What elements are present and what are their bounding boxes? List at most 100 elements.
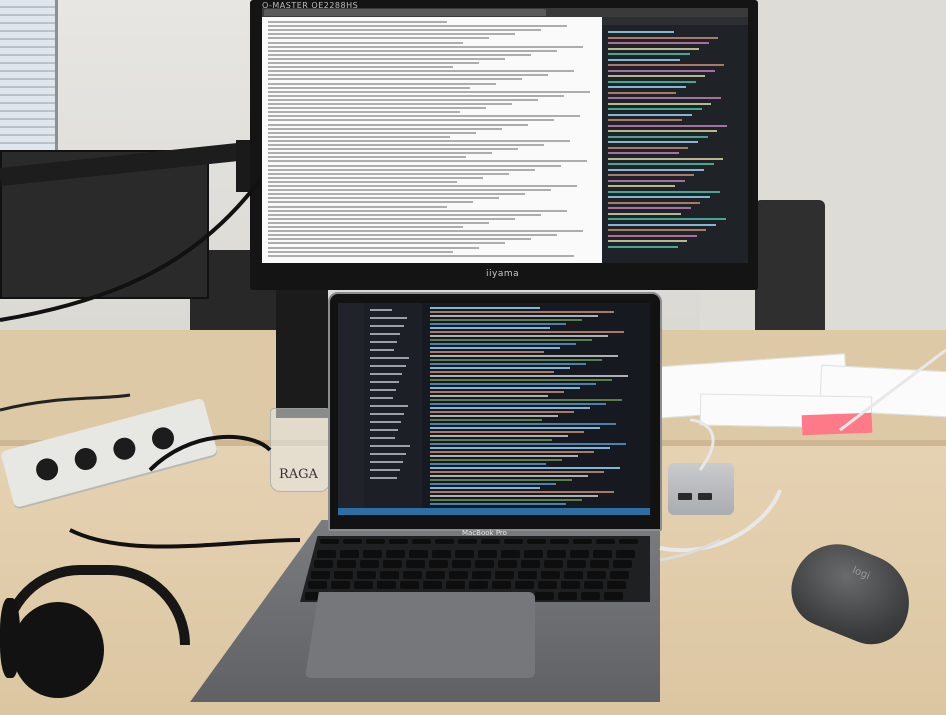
keyboard-key[interactable] <box>337 560 356 568</box>
keyboard-key[interactable] <box>498 560 517 568</box>
browser-tab[interactable] <box>460 9 490 16</box>
keyboard-key[interactable] <box>412 539 431 544</box>
keyboard-key[interactable] <box>619 539 638 544</box>
screen-text-line <box>268 25 567 28</box>
power-plug <box>33 455 61 483</box>
keyboard-key[interactable] <box>613 560 632 568</box>
keyboard-key[interactable] <box>432 549 451 558</box>
keyboard-key[interactable] <box>593 549 612 558</box>
keyboard-key[interactable] <box>409 549 428 558</box>
browser-tab[interactable] <box>488 9 518 16</box>
keyboard-key[interactable] <box>535 591 554 600</box>
keyboard-key[interactable] <box>558 591 577 600</box>
keyboard-key[interactable] <box>544 560 563 568</box>
keyboard-key[interactable] <box>380 570 399 579</box>
keyboard-key[interactable] <box>515 581 534 589</box>
keyboard-key[interactable] <box>357 570 376 579</box>
keyboard-key[interactable] <box>340 549 359 558</box>
keyboard-key[interactable] <box>570 549 589 558</box>
keyboard-key[interactable] <box>607 581 626 589</box>
keyboard-key[interactable] <box>311 570 330 579</box>
keyboard-key[interactable] <box>383 560 402 568</box>
keyboard-key[interactable] <box>584 581 603 589</box>
keyboard-key[interactable] <box>320 539 339 544</box>
keyboard-key[interactable] <box>590 560 609 568</box>
keyboard-key[interactable] <box>587 570 606 579</box>
keyboard-key[interactable] <box>449 570 468 579</box>
keyboard-key[interactable] <box>501 549 520 558</box>
keyboard-key[interactable] <box>478 549 497 558</box>
keyboard-key[interactable] <box>343 539 362 544</box>
keyboard-key[interactable] <box>446 581 465 589</box>
keyboard-key[interactable] <box>363 549 382 558</box>
keyboard-key[interactable] <box>334 570 353 579</box>
screen-text-line <box>268 107 486 110</box>
keyboard-key[interactable] <box>308 581 327 589</box>
keyboard-key[interactable] <box>596 539 615 544</box>
keyboard-key[interactable] <box>492 581 511 589</box>
laptop-trackpad[interactable] <box>305 592 535 678</box>
keyboard-key[interactable] <box>518 570 537 579</box>
browser-tab[interactable] <box>516 9 546 16</box>
keyboard-key[interactable] <box>561 581 580 589</box>
keyboard-key[interactable] <box>360 560 379 568</box>
keyboard-key[interactable] <box>314 560 333 568</box>
screen-text-line <box>608 179 685 182</box>
keyboard-key[interactable] <box>377 581 396 589</box>
keyboard-key[interactable] <box>567 560 586 568</box>
keyboard-key[interactable] <box>527 539 546 544</box>
keyboard-key[interactable] <box>386 549 405 558</box>
browser-tab[interactable] <box>292 9 322 16</box>
screen-text-line <box>370 357 409 359</box>
keyboard-key[interactable] <box>550 539 569 544</box>
keyboard-key[interactable] <box>354 581 373 589</box>
keyboard-key[interactable] <box>455 549 474 558</box>
browser-tab[interactable] <box>404 9 434 16</box>
screen-text-line <box>268 45 584 48</box>
keyboard-key[interactable] <box>366 539 385 544</box>
browser-tab[interactable] <box>348 9 378 16</box>
keyboard-key[interactable] <box>524 549 543 558</box>
keyboard-key[interactable] <box>475 560 494 568</box>
screen-text-line <box>268 246 480 249</box>
keyboard-key[interactable] <box>458 539 477 544</box>
keyboard-key[interactable] <box>604 591 623 600</box>
screen-text-line <box>608 240 688 242</box>
screen-text-line <box>430 307 540 309</box>
keyboard-key[interactable] <box>331 581 350 589</box>
browser-tab[interactable] <box>432 9 462 16</box>
keyboard-key[interactable] <box>481 539 500 544</box>
keyboard-key[interactable] <box>429 560 448 568</box>
keyboard-key[interactable] <box>423 581 442 589</box>
keyboard-key[interactable] <box>495 570 514 579</box>
keyboard-key[interactable] <box>317 549 336 558</box>
keyboard-key[interactable] <box>521 560 540 568</box>
keyboard-key[interactable] <box>452 560 471 568</box>
keyboard-key[interactable] <box>472 570 491 579</box>
keyboard-key[interactable] <box>389 539 408 544</box>
keyboard-key[interactable] <box>400 581 419 589</box>
screen-text-line <box>608 108 702 110</box>
keyboard-key[interactable] <box>581 591 600 600</box>
keyboard-key[interactable] <box>406 560 425 568</box>
keyboard-key[interactable] <box>564 570 583 579</box>
keyboard-key[interactable] <box>435 539 454 544</box>
keyboard-key[interactable] <box>547 549 566 558</box>
keyboard-key[interactable] <box>403 570 422 579</box>
browser-tab[interactable] <box>376 9 406 16</box>
keyboard-key[interactable] <box>538 581 557 589</box>
keyboard-key[interactable] <box>541 570 560 579</box>
screen-text-line <box>430 431 584 433</box>
keyboard-key[interactable] <box>616 549 635 558</box>
keyboard-key[interactable] <box>469 581 488 589</box>
keyboard-key[interactable] <box>504 539 523 544</box>
keyboard-key[interactable] <box>573 539 592 544</box>
browser-tab[interactable] <box>264 9 294 16</box>
screen-text-line <box>268 123 528 126</box>
browser-tab[interactable] <box>320 9 350 16</box>
keyboard-key[interactable] <box>610 570 629 579</box>
screen-text-line <box>370 333 401 335</box>
screen-text-line <box>268 111 460 114</box>
keyboard-key[interactable] <box>426 570 445 579</box>
screen-text-line <box>430 343 576 345</box>
